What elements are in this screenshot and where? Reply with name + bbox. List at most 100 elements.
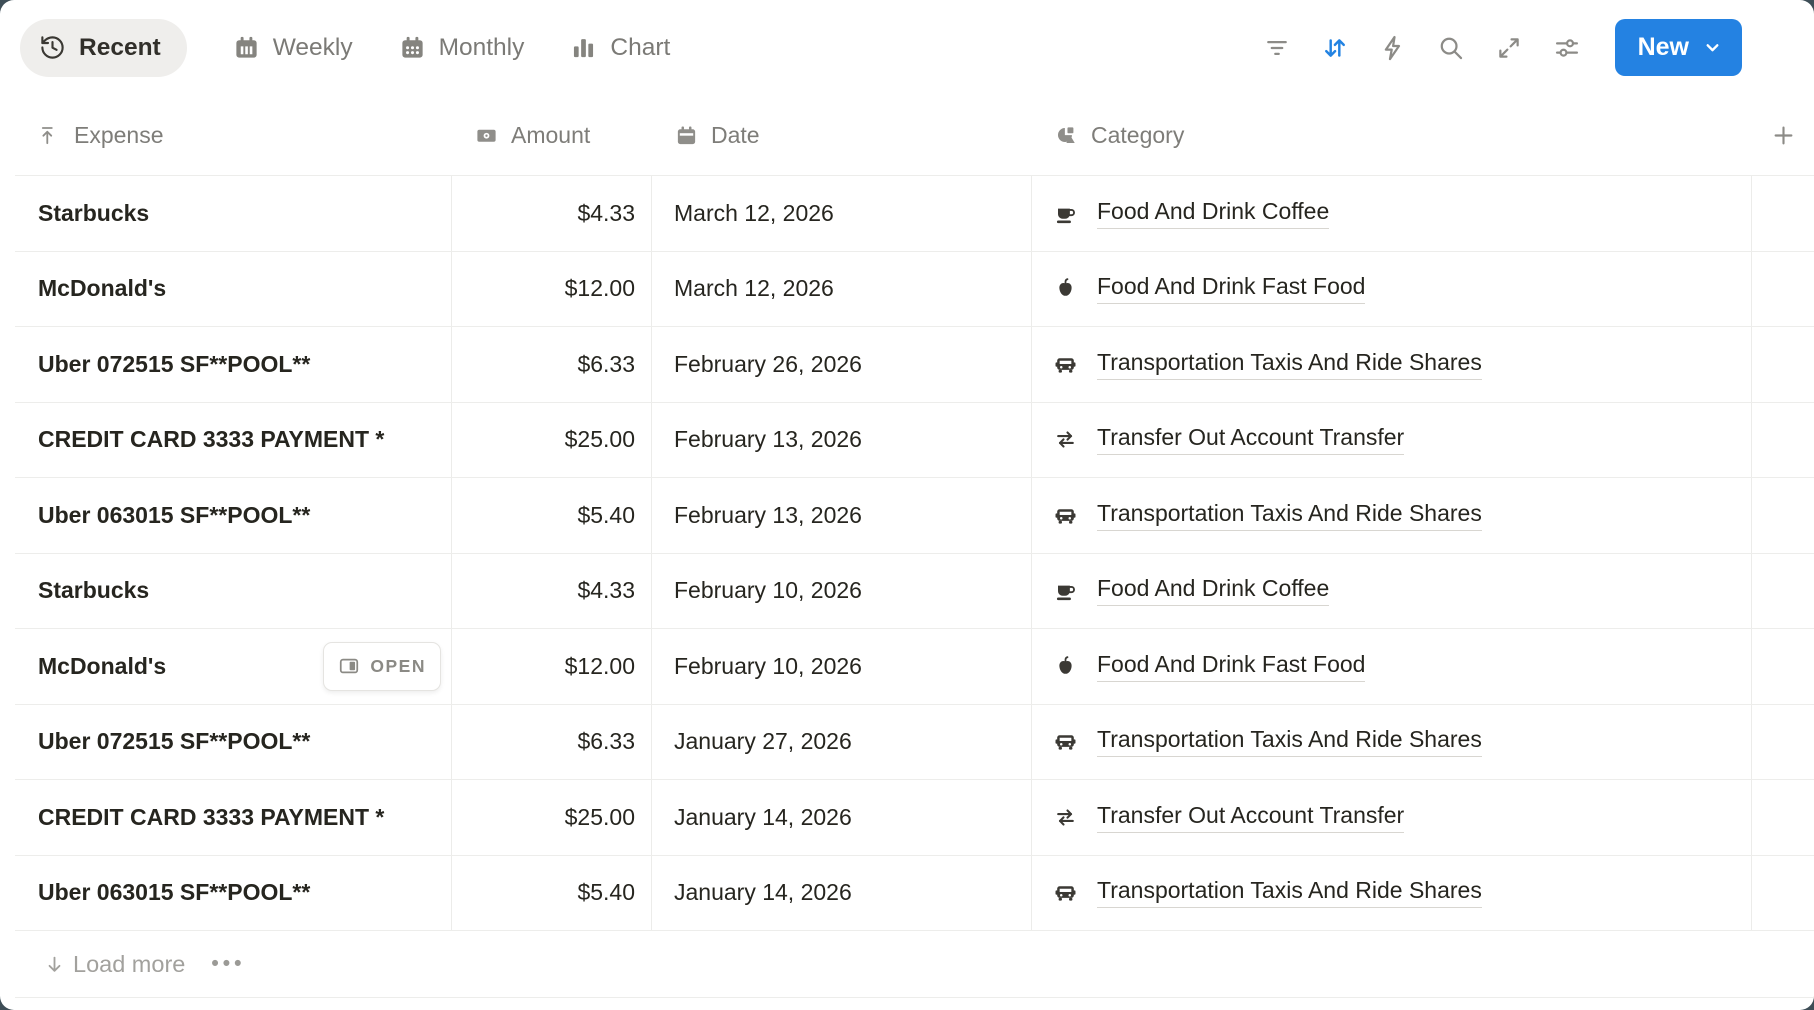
car-icon	[1053, 880, 1078, 905]
more-options-button[interactable]: •••	[211, 952, 245, 976]
category-link[interactable]: Food And Drink Coffee	[1097, 198, 1329, 229]
table-row[interactable]: Starbucks $4.33 March 12, 2026 Food And Dri…	[15, 175, 1814, 251]
chevron-down-icon[interactable]	[1702, 37, 1723, 58]
table-row[interactable]: Uber 072515 SF**POOL** $6.33January 27, 2…	[15, 704, 1814, 780]
amount-cell[interactable]: $6.33	[452, 705, 652, 780]
column-header-label: Amount	[511, 122, 590, 149]
sliders-icon[interactable]	[1553, 34, 1581, 62]
amount-value: $5.40	[577, 502, 635, 529]
table-row[interactable]: Uber 063015 SF**POOL** $5.40 February 13, …	[15, 477, 1814, 553]
expense-name: CREDIT CARD 3333 PAYMENT *	[38, 426, 384, 453]
tab-recent[interactable]: Recent	[20, 19, 187, 77]
amount-cell[interactable]: $4.33	[452, 554, 652, 629]
load-more-button[interactable]: Load more	[43, 951, 185, 978]
expense-cell[interactable]: McDonald's	[15, 252, 452, 327]
table-row[interactable]: Uber 063015 SF**POOL**$5.40January 14, 2…	[15, 855, 1814, 931]
expand-icon[interactable]	[1495, 34, 1523, 62]
category-link[interactable]: Transportation Taxis And Ride Shares	[1097, 726, 1482, 757]
category-cell[interactable]: Food And Drink Coffee	[1032, 554, 1752, 629]
category-link[interactable]: Transportation Taxis And Ride Shares	[1097, 500, 1482, 531]
category-cell[interactable]: Transportation Taxis And Ride Shares	[1032, 705, 1752, 780]
table-row[interactable]: Uber 072515 SF**POOL**$6.33February 26, …	[15, 326, 1814, 402]
expense-name: Starbucks	[38, 577, 149, 604]
date-cell[interactable]: March 12, 2026	[652, 176, 1032, 251]
table-row[interactable]: McDonald's $12.00 March 12, 2026 Food And D…	[15, 251, 1814, 327]
category-link[interactable]: Food And Drink Fast Food	[1097, 651, 1365, 682]
column-header-amount[interactable]: Amount	[452, 122, 652, 149]
filter-icon[interactable]	[1263, 34, 1291, 62]
row-trailing-space	[1752, 705, 1814, 780]
column-header-date[interactable]: Date	[652, 122, 1032, 149]
amount-cell[interactable]: $25.00	[452, 780, 652, 855]
expense-cell[interactable]: Uber 072515 SF**POOL**	[15, 705, 452, 780]
table-row[interactable]: CREDIT CARD 3333 PAYMENT * $25.00 February…	[15, 402, 1814, 478]
expense-cell[interactable]: McDonald'sOPEN	[15, 629, 452, 704]
tab-label: Weekly	[273, 34, 353, 62]
category-cell[interactable]: Food And Drink Fast Food	[1032, 629, 1752, 704]
amount-cell[interactable]: $12.00	[452, 629, 652, 704]
category-cell[interactable]: Food And Drink Coffee	[1032, 176, 1752, 251]
expense-table: Expense Amount DateCategory Starbucks $4.33…	[15, 95, 1814, 930]
category-link[interactable]: Transportation Taxis And Ride Shares	[1097, 877, 1482, 908]
category-link[interactable]: Transfer Out Account Transfer	[1097, 424, 1404, 455]
expense-cell[interactable]: CREDIT CARD 3333 PAYMENT *	[15, 403, 452, 478]
category-link[interactable]: Transportation Taxis And Ride Shares	[1097, 349, 1482, 380]
search-icon[interactable]	[1437, 34, 1465, 62]
table-row[interactable]: McDonald'sOPEN$12.00February 10, 2026 Foo…	[15, 628, 1814, 704]
amount-cell[interactable]: $25.00	[452, 403, 652, 478]
expense-cell[interactable]: Uber 063015 SF**POOL**	[15, 856, 452, 931]
calendar-icon	[675, 124, 698, 147]
bar-chart-icon	[570, 34, 597, 61]
expense-cell[interactable]: Starbucks	[15, 554, 452, 629]
tab-monthly[interactable]: Monthly	[399, 34, 525, 62]
lightning-icon[interactable]	[1379, 34, 1407, 62]
table-row[interactable]: CREDIT CARD 3333 PAYMENT *$25.00January …	[15, 779, 1814, 855]
amount-cell[interactable]: $6.33	[452, 327, 652, 402]
expense-cell[interactable]: Uber 063015 SF**POOL**	[15, 478, 452, 553]
amount-cell[interactable]: $5.40	[452, 478, 652, 553]
category-cell[interactable]: Transportation Taxis And Ride Shares	[1032, 478, 1752, 553]
category-cell[interactable]: Transfer Out Account Transfer	[1032, 403, 1752, 478]
category-cell[interactable]: Transfer Out Account Transfer	[1032, 780, 1752, 855]
open-button-label: OPEN	[370, 656, 426, 677]
date-cell[interactable]: February 13, 2026	[652, 478, 1032, 553]
row-trailing-space	[1752, 327, 1814, 402]
expense-cell[interactable]: CREDIT CARD 3333 PAYMENT *	[15, 780, 452, 855]
date-cell[interactable]: February 13, 2026	[652, 403, 1032, 478]
category-link[interactable]: Food And Drink Coffee	[1097, 575, 1329, 606]
amount-value: $4.33	[577, 200, 635, 227]
category-cell[interactable]: Food And Drink Fast Food	[1032, 252, 1752, 327]
table-header-row: Expense Amount DateCategory	[15, 95, 1814, 175]
date-cell[interactable]: February 10, 2026	[652, 554, 1032, 629]
date-cell[interactable]: January 14, 2026	[652, 780, 1032, 855]
view-tabs: Recent Weekly Monthly Chart	[20, 19, 670, 77]
tab-weekly[interactable]: Weekly	[233, 34, 353, 62]
arrow-up-to-bar-icon	[38, 124, 61, 147]
new-button[interactable]: New	[1615, 19, 1742, 76]
date-cell[interactable]: January 27, 2026	[652, 705, 1032, 780]
amount-value: $12.00	[565, 275, 635, 302]
column-header-category[interactable]: Category	[1032, 122, 1752, 149]
category-cell[interactable]: Transportation Taxis And Ride Shares	[1032, 856, 1752, 931]
date-value: February 13, 2026	[674, 502, 862, 529]
table-row[interactable]: Starbucks $4.33February 10, 2026 Food And …	[15, 553, 1814, 629]
sort-icon[interactable]	[1321, 34, 1349, 62]
amount-cell[interactable]: $12.00	[452, 252, 652, 327]
date-cell[interactable]: March 12, 2026	[652, 252, 1032, 327]
category-link[interactable]: Food And Drink Fast Food	[1097, 273, 1365, 304]
add-column-button[interactable]	[1770, 122, 1797, 149]
expense-cell[interactable]: Uber 072515 SF**POOL**	[15, 327, 452, 402]
category-link[interactable]: Transfer Out Account Transfer	[1097, 802, 1404, 833]
date-cell[interactable]: January 14, 2026	[652, 856, 1032, 931]
open-row-button[interactable]: OPEN	[323, 642, 441, 691]
date-cell[interactable]: February 26, 2026	[652, 327, 1032, 402]
column-header-expense[interactable]: Expense	[15, 122, 452, 149]
amount-value: $25.00	[565, 426, 635, 453]
tab-chart[interactable]: Chart	[570, 34, 670, 62]
expense-cell[interactable]: Starbucks	[15, 176, 452, 251]
date-cell[interactable]: February 10, 2026	[652, 629, 1032, 704]
amount-cell[interactable]: $4.33	[452, 176, 652, 251]
category-cell[interactable]: Transportation Taxis And Ride Shares	[1032, 327, 1752, 402]
amount-cell[interactable]: $5.40	[452, 856, 652, 931]
expense-name: Uber 072515 SF**POOL**	[38, 728, 310, 755]
